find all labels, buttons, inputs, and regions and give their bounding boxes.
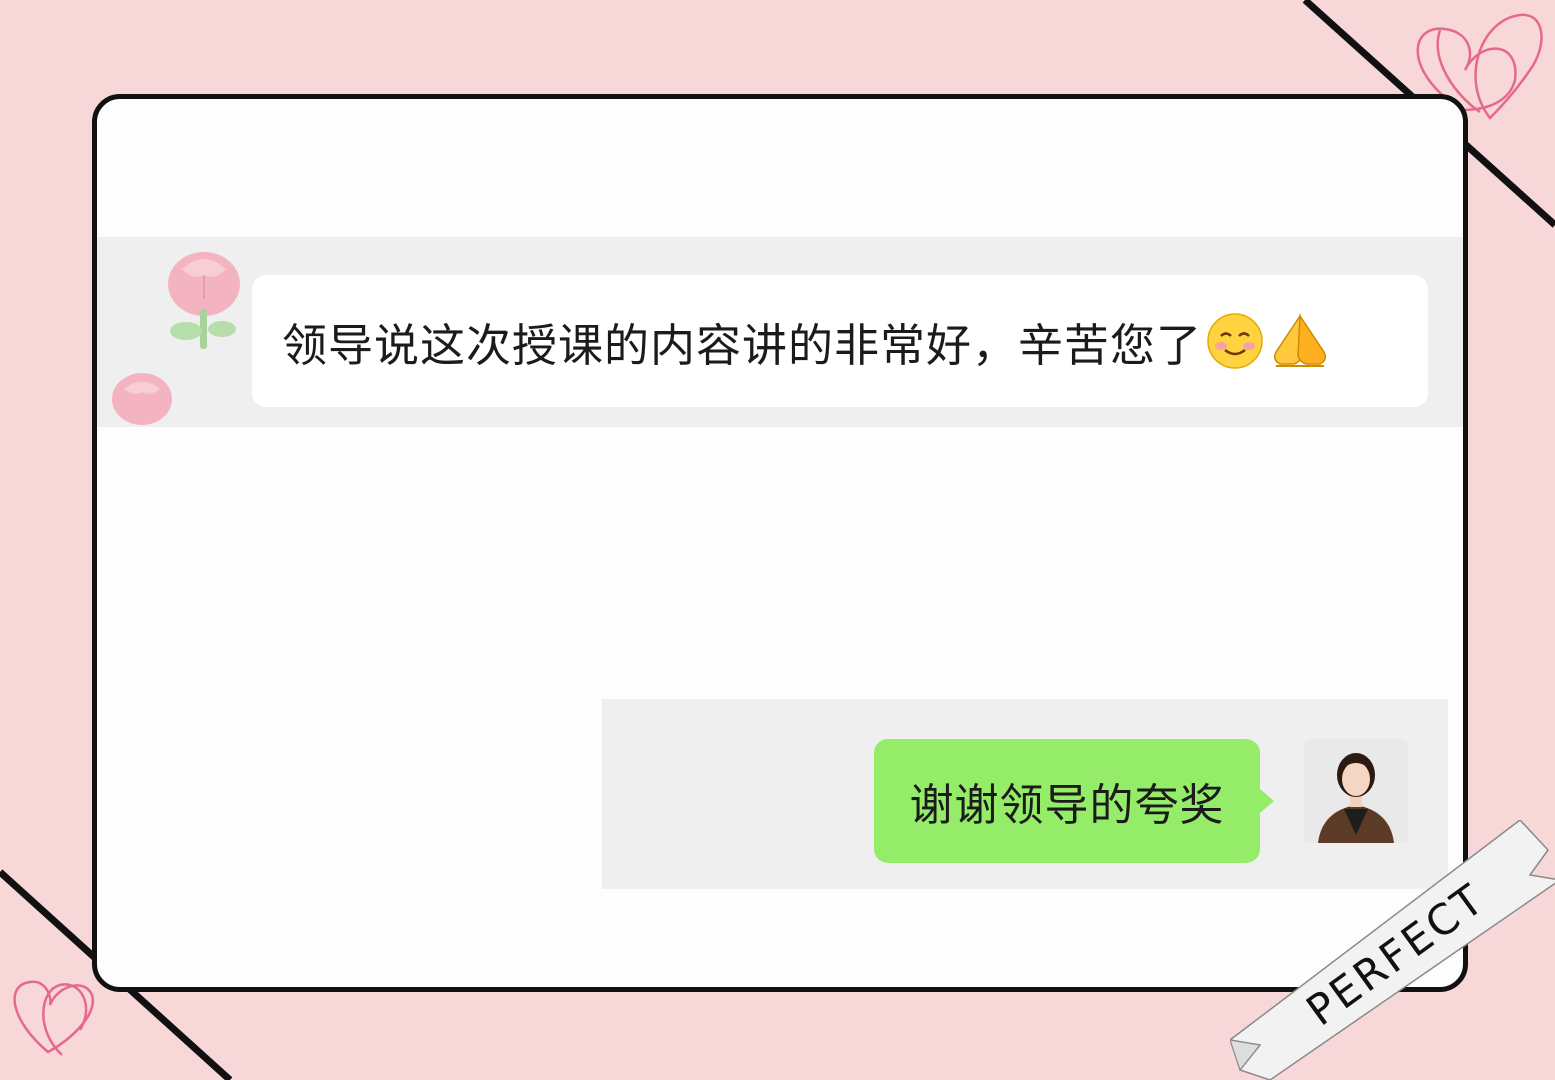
heart-icon <box>13 980 95 1056</box>
outgoing-message-bubble[interactable]: 谢谢领导的夸奖 <box>874 739 1274 863</box>
folded-hands-icon <box>1273 313 1327 367</box>
outgoing-message-text: 谢谢领导的夸奖 <box>909 780 1225 831</box>
smiling-face-icon <box>1207 313 1263 369</box>
incoming-message-bubble[interactable]: 领导说这次授课的内容讲的非常好，辛苦您了 <box>252 275 1428 407</box>
incoming-message-text: 领导说这次授课的内容讲的非常好，辛苦您了 <box>282 318 1203 372</box>
tulip-avatar-icon[interactable] <box>102 239 252 429</box>
